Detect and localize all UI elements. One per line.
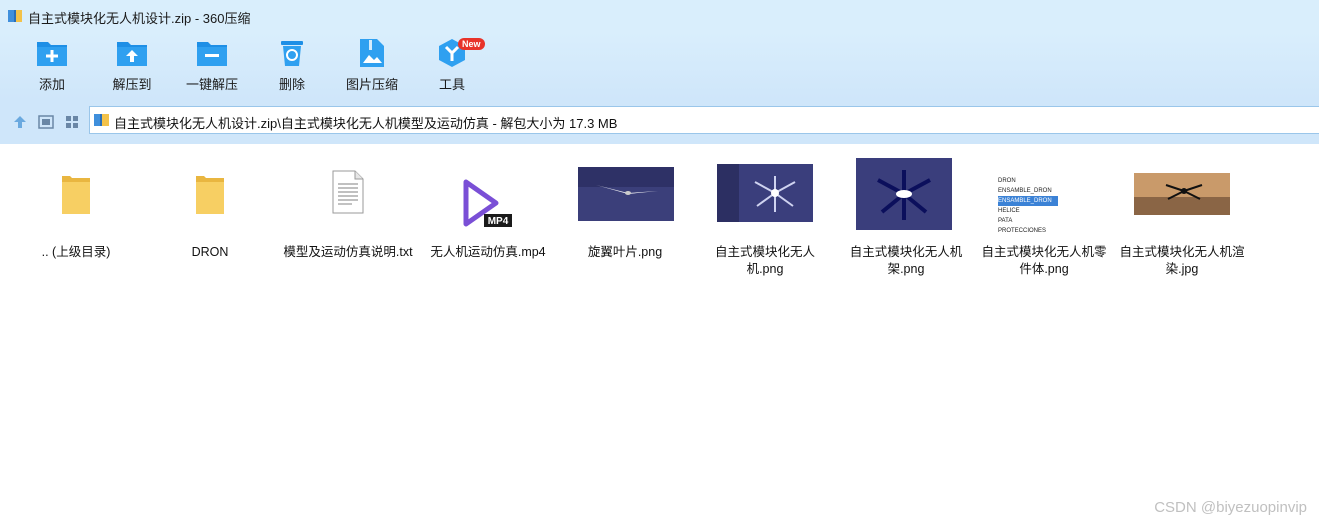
extract-folder-icon: [117, 42, 147, 66]
file-item-rotor-png[interactable]: 旋翼叶片.png: [557, 156, 693, 261]
file-name: 模型及运动仿真说明.txt: [283, 245, 413, 259]
mp4-tag: MP4: [488, 216, 509, 227]
tools-button[interactable]: New 工具: [412, 38, 492, 98]
file-name: 自主式模块化无人机渲染.jpg: [1119, 245, 1245, 276]
extract-to-button[interactable]: 解压到: [92, 38, 172, 98]
image-compress-button[interactable]: 图片压缩: [332, 38, 412, 98]
file-item-render-jpg[interactable]: 自主式模块化无人机渲染.jpg: [1114, 156, 1250, 278]
text-file-icon: [332, 170, 364, 214]
one-click-extract-label: 一键解压: [185, 77, 238, 92]
thumbnail-view-icon[interactable]: [64, 114, 80, 130]
zip-archive-icon: [8, 10, 22, 22]
file-item-frame-png[interactable]: 自主式模块化无人机架.png: [836, 156, 976, 278]
image-thumbnail: [578, 167, 674, 221]
one-click-extract-icon: [197, 42, 227, 66]
file-item-drone-png[interactable]: 自主式模块化无人机.png: [697, 156, 833, 278]
add-button[interactable]: 添加: [12, 38, 92, 98]
tree-item: PATA: [998, 218, 1013, 224]
title-bar: 自主式模块化无人机设计.zip - 360压缩: [0, 0, 1319, 32]
detail-view-icon[interactable]: [38, 114, 54, 130]
add-label: 添加: [38, 77, 65, 92]
zip-archive-icon: [94, 114, 109, 126]
new-badge: New: [458, 38, 485, 50]
folder-icon: [62, 176, 90, 214]
delete-button[interactable]: 删除: [252, 38, 332, 98]
image-thumbnail: DRON ENSAMBLE_DRON ENSAMBLE_DRON HELICE …: [998, 176, 1090, 236]
file-name: .. (上级目录): [41, 245, 111, 259]
tree-item: DRON: [998, 178, 1016, 184]
file-name: 自主式模块化无人机.png: [714, 245, 815, 276]
video-file-icon: MP4: [463, 179, 512, 227]
file-item-mp4[interactable]: MP4 无人机运动仿真.mp4: [420, 156, 556, 261]
tree-item-selected: ENSAMBLE_DRON: [998, 196, 1058, 206]
tree-item: PROTECCIONES: [998, 228, 1047, 234]
file-name: 自主式模块化无人机架.png: [849, 245, 963, 276]
file-item-parent-dir[interactable]: .. (上级目录): [8, 156, 144, 261]
image-thumbnail: [717, 164, 813, 222]
tree-item: HELICE: [998, 208, 1020, 214]
toolbar: 添加 解压到 一键解压 删除 图片压缩 New 工具: [0, 32, 1319, 100]
watermark: CSDN @biyezuopinvip: [1154, 499, 1307, 516]
image-compress-label: 图片压缩: [345, 77, 398, 92]
file-name: 自主式模块化无人机零件体.png: [981, 245, 1107, 276]
extract-to-label: 解压到: [112, 77, 152, 92]
address-path: 自主式模块化无人机设计.zip\自主式模块化无人机模型及运动仿真 - 解包大小为…: [114, 116, 618, 131]
window-title: 自主式模块化无人机设计.zip - 360压缩: [28, 11, 251, 26]
address-bar[interactable]: 自主式模块化无人机设计.zip\自主式模块化无人机模型及运动仿真 - 解包大小为…: [89, 106, 1319, 134]
image-zip-icon: [360, 39, 384, 67]
image-thumbnail: [856, 158, 952, 230]
add-folder-icon: [37, 42, 67, 66]
tree-item: ENSAMBLE_DRON: [998, 188, 1052, 194]
file-item-dron-folder[interactable]: DRON: [142, 156, 278, 261]
file-item-parts-png[interactable]: DRON ENSAMBLE_DRON ENSAMBLE_DRON HELICE …: [976, 156, 1112, 278]
one-click-extract-button[interactable]: 一键解压: [172, 38, 252, 98]
tools-label: 工具: [438, 77, 465, 92]
recycle-bin-icon: [281, 41, 303, 66]
file-name: DRON: [191, 245, 229, 259]
file-item-txt[interactable]: 模型及运动仿真说明.txt: [280, 156, 416, 261]
delete-label: 删除: [278, 77, 305, 92]
file-name: 无人机运动仿真.mp4: [430, 245, 546, 259]
folder-icon: [196, 176, 224, 214]
file-name: 旋翼叶片.png: [587, 245, 663, 259]
image-thumbnail: [1134, 173, 1230, 215]
up-arrow-icon[interactable]: [12, 114, 28, 130]
file-list: .. (上级目录) DRON 模型及运动仿真说明.txt MP4 无人机运动仿真…: [0, 144, 1319, 526]
